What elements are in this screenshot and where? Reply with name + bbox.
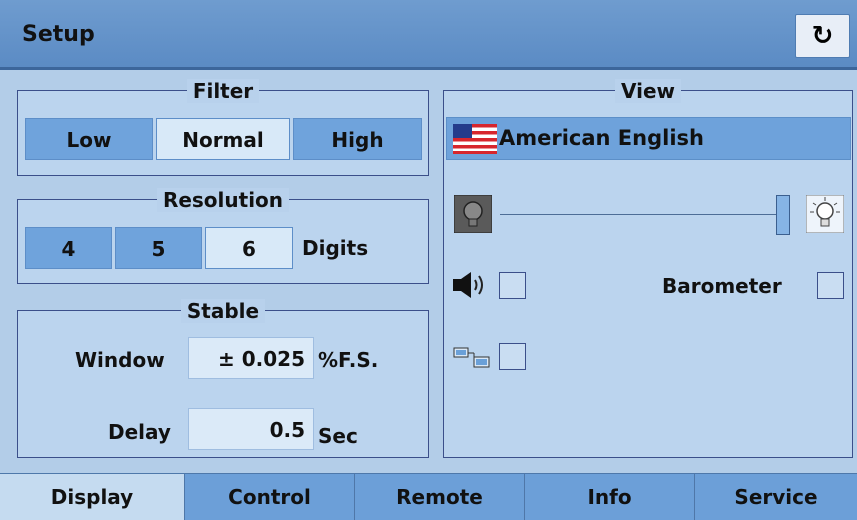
network-icon bbox=[453, 347, 490, 368]
speaker-icon bbox=[453, 272, 483, 298]
tab-service[interactable]: Service bbox=[694, 474, 857, 520]
resolution-6-button[interactable]: 6 bbox=[205, 227, 293, 269]
header-bar: Setup ↻ bbox=[0, 0, 857, 70]
filter-high-button[interactable]: High bbox=[293, 118, 422, 160]
resolution-5-button[interactable]: 5 bbox=[115, 227, 202, 269]
tab-display[interactable]: Display bbox=[0, 474, 184, 520]
refresh-icon: ↻ bbox=[811, 21, 834, 51]
us-flag-icon bbox=[453, 124, 497, 154]
window-input[interactable]: ± 0.025 bbox=[188, 337, 314, 379]
bottom-tab-bar: Display Control Remote Info Service bbox=[0, 473, 857, 520]
tab-info[interactable]: Info bbox=[524, 474, 694, 520]
sound-checkbox[interactable] bbox=[499, 272, 526, 299]
language-label: American English bbox=[499, 126, 704, 150]
view-panel-title: View bbox=[444, 78, 852, 104]
filter-panel-title: Filter bbox=[18, 78, 428, 104]
brightness-handle[interactable] bbox=[776, 195, 790, 235]
dim-bulb-icon bbox=[454, 195, 492, 233]
network-checkbox[interactable] bbox=[499, 343, 526, 370]
filter-normal-button[interactable]: Normal bbox=[156, 118, 290, 160]
window-unit-label: %F.S. bbox=[318, 348, 379, 372]
resolution-unit-label: Digits bbox=[302, 236, 369, 260]
tab-remote[interactable]: Remote bbox=[354, 474, 524, 520]
barometer-checkbox[interactable] bbox=[817, 272, 844, 299]
delay-unit-label: Sec bbox=[318, 424, 358, 448]
delay-label: Delay bbox=[108, 420, 171, 444]
bright-bulb-icon bbox=[806, 195, 844, 233]
brightness-slider[interactable] bbox=[454, 190, 844, 238]
stable-panel-title: Stable bbox=[18, 298, 428, 324]
filter-low-button[interactable]: Low bbox=[25, 118, 153, 160]
barometer-label: Barometer bbox=[662, 274, 782, 298]
delay-input[interactable]: 0.5 bbox=[188, 408, 314, 450]
resolution-4-button[interactable]: 4 bbox=[25, 227, 112, 269]
refresh-button[interactable]: ↻ bbox=[795, 14, 850, 58]
tab-control[interactable]: Control bbox=[184, 474, 354, 520]
resolution-panel-title: Resolution bbox=[18, 187, 428, 213]
brightness-track bbox=[500, 214, 780, 215]
window-label: Window bbox=[75, 348, 165, 372]
language-selector[interactable]: American English bbox=[446, 117, 851, 160]
page-title: Setup bbox=[22, 22, 95, 47]
